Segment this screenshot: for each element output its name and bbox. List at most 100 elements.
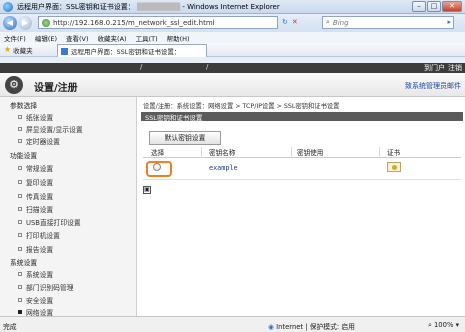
refresh-icon[interactable]: ↻ [282,18,288,26]
favorites-star-icon[interactable]: ★ [4,45,11,54]
menu-favorites[interactable]: 收藏夹(A) [98,33,127,43]
certificate-icon[interactable] [387,162,401,172]
sidebar-item-report[interactable]: 报告设置 [18,244,53,254]
table-row: example [143,158,461,180]
mail-admin-link[interactable]: 致系统管理员邮件 [405,81,461,91]
bullet-icon [18,285,22,289]
column-select: 选择 [151,149,165,157]
column-separator [379,147,380,158]
page-title: 设置/注册 [34,83,78,94]
column-key-usage: 密钥使用 [297,149,324,157]
search-placeholder: Bing [332,18,349,27]
stop-icon[interactable]: ✕ [292,18,298,26]
status-text: 完成 [3,323,17,331]
device-top-bar: / / 到门户 注销 [0,63,465,73]
logout-link[interactable]: 注销 [448,63,462,73]
close-button[interactable]: ✕ [442,1,462,12]
search-input[interactable]: ⌕ Bing ▸ [322,16,454,29]
column-key-name: 密钥名称 [209,149,236,157]
sidebar-item-label: 扫描设置 [26,206,54,214]
sidebar-group-system: 系统设置 [10,259,38,267]
window-titlebar: 远程用户界面：SSL密钥和证书设置： ████████ - Windows In… [0,0,465,14]
sidebar-item-display[interactable]: 屏显设置/显示设置 [18,124,83,134]
sidebar-item-label: 屏显设置/显示设置 [26,126,83,134]
section-title: SSL密钥和证书设置 [145,114,203,122]
zoom-level: 100% [433,321,454,329]
sidebar-item-label: 常规设置 [26,165,54,173]
menu-bar: 文件(F) 编辑(E) 查看(V) 收藏夹(A) 工具(T) 帮助(H) [0,32,465,43]
window-title-redacted: ████████ [137,2,181,11]
sidebar-item-label: USB直接打印设置 [26,219,81,227]
sidebar-item-scan[interactable]: 扫描设置 [18,204,53,214]
maximize-button[interactable]: □ [427,1,441,12]
bullet-icon [18,207,22,211]
section-header: SSL密钥和证书设置 [141,112,463,122]
url-field[interactable]: http://192.168.0.215/m_network_ssl_edit.… [38,16,278,29]
security-zone: ◉ Internet | 保护模式: 启用 [268,321,355,331]
sidebar-item-label: 复印设置 [26,179,54,187]
column-certificate: 证书 [387,149,401,157]
sidebar-item-timer[interactable]: 定时器设置 [18,136,60,146]
browser-tab[interactable]: 远程用户界面：SSL密钥和证书设置： [57,44,207,57]
menu-tools[interactable]: 工具(T) [136,33,158,43]
gear-icon: ⚙ [5,76,23,94]
sidebar-group-functions: 功能设置 [10,152,38,160]
forward-button[interactable]: ▶ [18,16,32,30]
sidebar-item-label: 报告设置 [26,246,54,254]
bullet-icon [18,115,22,119]
menu-edit[interactable]: 编辑(E) [35,33,57,43]
sidebar-item-label: 打印机设置 [26,232,60,240]
minimize-button[interactable]: – [412,1,426,12]
sidebar-item-department-id[interactable]: 部门识别码管理 [18,282,74,292]
sidebar-item-security[interactable]: 安全设置 [18,295,53,305]
sidebar-group-preferences: 参数选择 [10,102,38,110]
sidebar-item-system[interactable]: 系统设置 [18,269,53,279]
sidebar-item-label: 部门识别码管理 [26,284,74,292]
sidebar-item-label: 传真设置 [26,193,54,201]
bullet-icon [18,233,22,237]
bullet-icon [18,180,22,184]
url-text: http://192.168.0.215/m_network_ssl_edit.… [53,18,215,27]
sidebar-item-label: 安全设置 [26,297,54,305]
column-separator [291,147,292,158]
page-icon [42,18,50,27]
status-bar: 完成 ◉ Internet | 保护模式: 启用 ⌕ 100% ▾ [0,316,465,332]
bullet-icon [18,272,22,276]
window-title: 远程用户界面：SSL密钥和证书设置： ████████ - Windows In… [17,2,280,12]
topbar-separator-1: / [140,63,143,71]
sidebar-item-usb-print[interactable]: USB直接打印设置 [18,217,81,227]
favorites-button[interactable]: 收藏夹 [13,45,33,55]
bullet-icon [18,220,22,224]
bullet-icon [18,127,22,131]
sidebar-item-fax[interactable]: 传真设置 [18,191,53,201]
default-key-settings-button[interactable]: 默认密钥设置 [149,131,221,145]
breadcrumb: 设置/注册：系统设置：网络设置 > TCP/IP设置 > SSL密钥和证书设置 [143,103,340,110]
sidebar-item-printer[interactable]: 打印机设置 [18,230,60,240]
address-bar: ◀ ▶ http://192.168.0.215/m_network_ssl_e… [0,14,465,32]
main-content: 设置/注册：系统设置：网络设置 > TCP/IP设置 > SSL密钥和证书设置 … [137,97,465,316]
column-separator [201,147,202,158]
zone-text: Internet | 保护模式: 启用 [276,323,355,331]
topbar-separator-2: / [206,63,209,71]
select-radio[interactable] [153,163,161,171]
tab-title: 远程用户界面：SSL密钥和证书设置： [71,48,181,56]
menu-file[interactable]: 文件(F) [4,33,26,43]
tab-page-icon [61,47,68,55]
menu-view[interactable]: 查看(V) [66,33,89,43]
zoom-control[interactable]: ⌕ 100% ▾ [428,321,459,330]
search-go-icon[interactable]: ▸ [447,18,451,26]
bullet-icon [18,166,22,170]
sidebar-item-copy[interactable]: 复印设置 [18,177,53,187]
sidebar-item-paper[interactable]: 纸张设置 [18,112,53,122]
key-name-link[interactable]: example [209,164,238,172]
portal-link[interactable]: 到门户 [424,63,445,73]
back-button[interactable]: ◀ [3,16,17,30]
window-app-name: - Windows Internet Explorer [182,2,280,11]
sidebar-item-label: 纸张设置 [26,114,54,122]
bullet-icon [18,247,22,251]
ie-logo-icon [3,1,13,12]
page-header: ⚙ 设置/注册 致系统管理员邮件 [0,73,465,97]
sidebar-item-common[interactable]: 常规设置 [18,163,53,173]
bullet-icon [18,139,22,143]
menu-help[interactable]: 帮助(H) [167,33,190,43]
